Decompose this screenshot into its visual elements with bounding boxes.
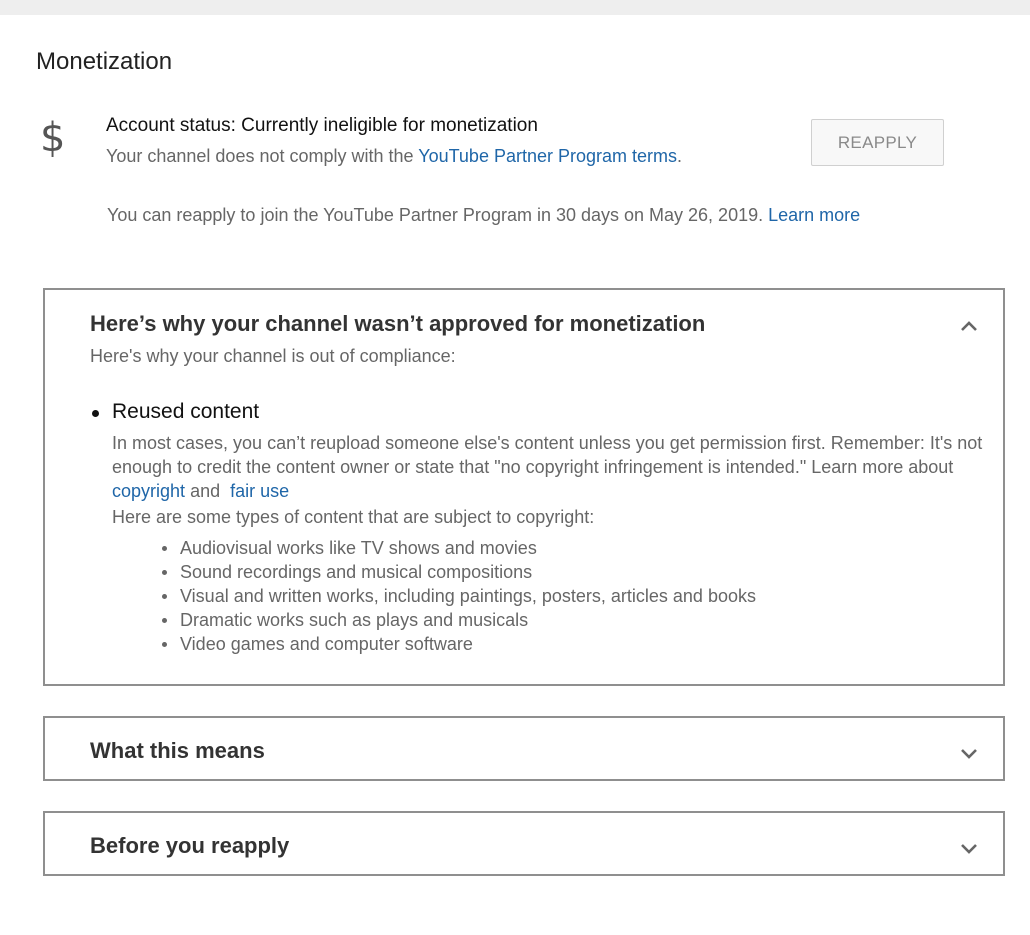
reason-title: Reused content: [112, 400, 260, 423]
status-desc-prefix: Your channel does not comply with the: [106, 146, 419, 166]
before-you-reapply-panel[interactable]: Before you reapply: [43, 811, 1005, 876]
what-this-means-panel[interactable]: What this means: [43, 716, 1005, 781]
fair-use-link[interactable]: fair use: [230, 481, 289, 501]
list-item: Dramatic works such as plays and musical…: [159, 608, 756, 632]
what-this-means-header[interactable]: What this means: [90, 738, 265, 764]
dollar-icon: $: [40, 115, 66, 161]
reapply-note-text: You can reapply to join the YouTube Part…: [107, 205, 764, 225]
list-item: Audiovisual works like TV shows and movi…: [159, 536, 756, 560]
compliance-intro: Here's why your channel is out of compli…: [90, 346, 456, 366]
status-desc-suffix: .: [677, 146, 683, 166]
reapply-button[interactable]: REAPPLY: [811, 119, 944, 166]
account-status-description: Your channel does not comply with the Yo…: [106, 146, 682, 167]
before-you-reapply-header[interactable]: Before you reapply: [90, 833, 289, 859]
reason-description: In most cases, you can’t reupload someon…: [112, 431, 992, 503]
list-item: Sound recordings and musical composition…: [159, 560, 756, 584]
why-not-approved-panel: Here’s why your channel wasn’t approved …: [43, 288, 1005, 686]
list-item: Video games and computer software: [159, 632, 756, 656]
account-status: Account status: Currently ineligible for…: [106, 115, 538, 136]
partner-program-terms-link[interactable]: YouTube Partner Program terms: [418, 146, 677, 166]
copyright-link[interactable]: copyright: [112, 481, 185, 501]
page-title: Monetization: [36, 48, 173, 75]
copyright-types-intro: Here are some types of content that are …: [112, 507, 595, 527]
and-text: and: [190, 481, 221, 501]
chevron-down-icon[interactable]: [959, 839, 979, 859]
chevron-up-icon[interactable]: [959, 316, 979, 336]
copyright-types-list: Audiovisual works like TV shows and movi…: [159, 536, 756, 656]
reason-desc-text: In most cases, you can’t reupload someon…: [112, 433, 983, 477]
top-strip: [0, 0, 1030, 15]
learn-more-link[interactable]: Learn more: [768, 205, 860, 225]
chevron-down-icon[interactable]: [959, 744, 979, 764]
why-not-approved-header[interactable]: Here’s why your channel wasn’t approved …: [90, 311, 705, 337]
list-item: Visual and written works, including pain…: [159, 584, 756, 608]
reapply-note: You can reapply to join the YouTube Part…: [107, 205, 860, 226]
reason-bullet: [92, 410, 99, 417]
